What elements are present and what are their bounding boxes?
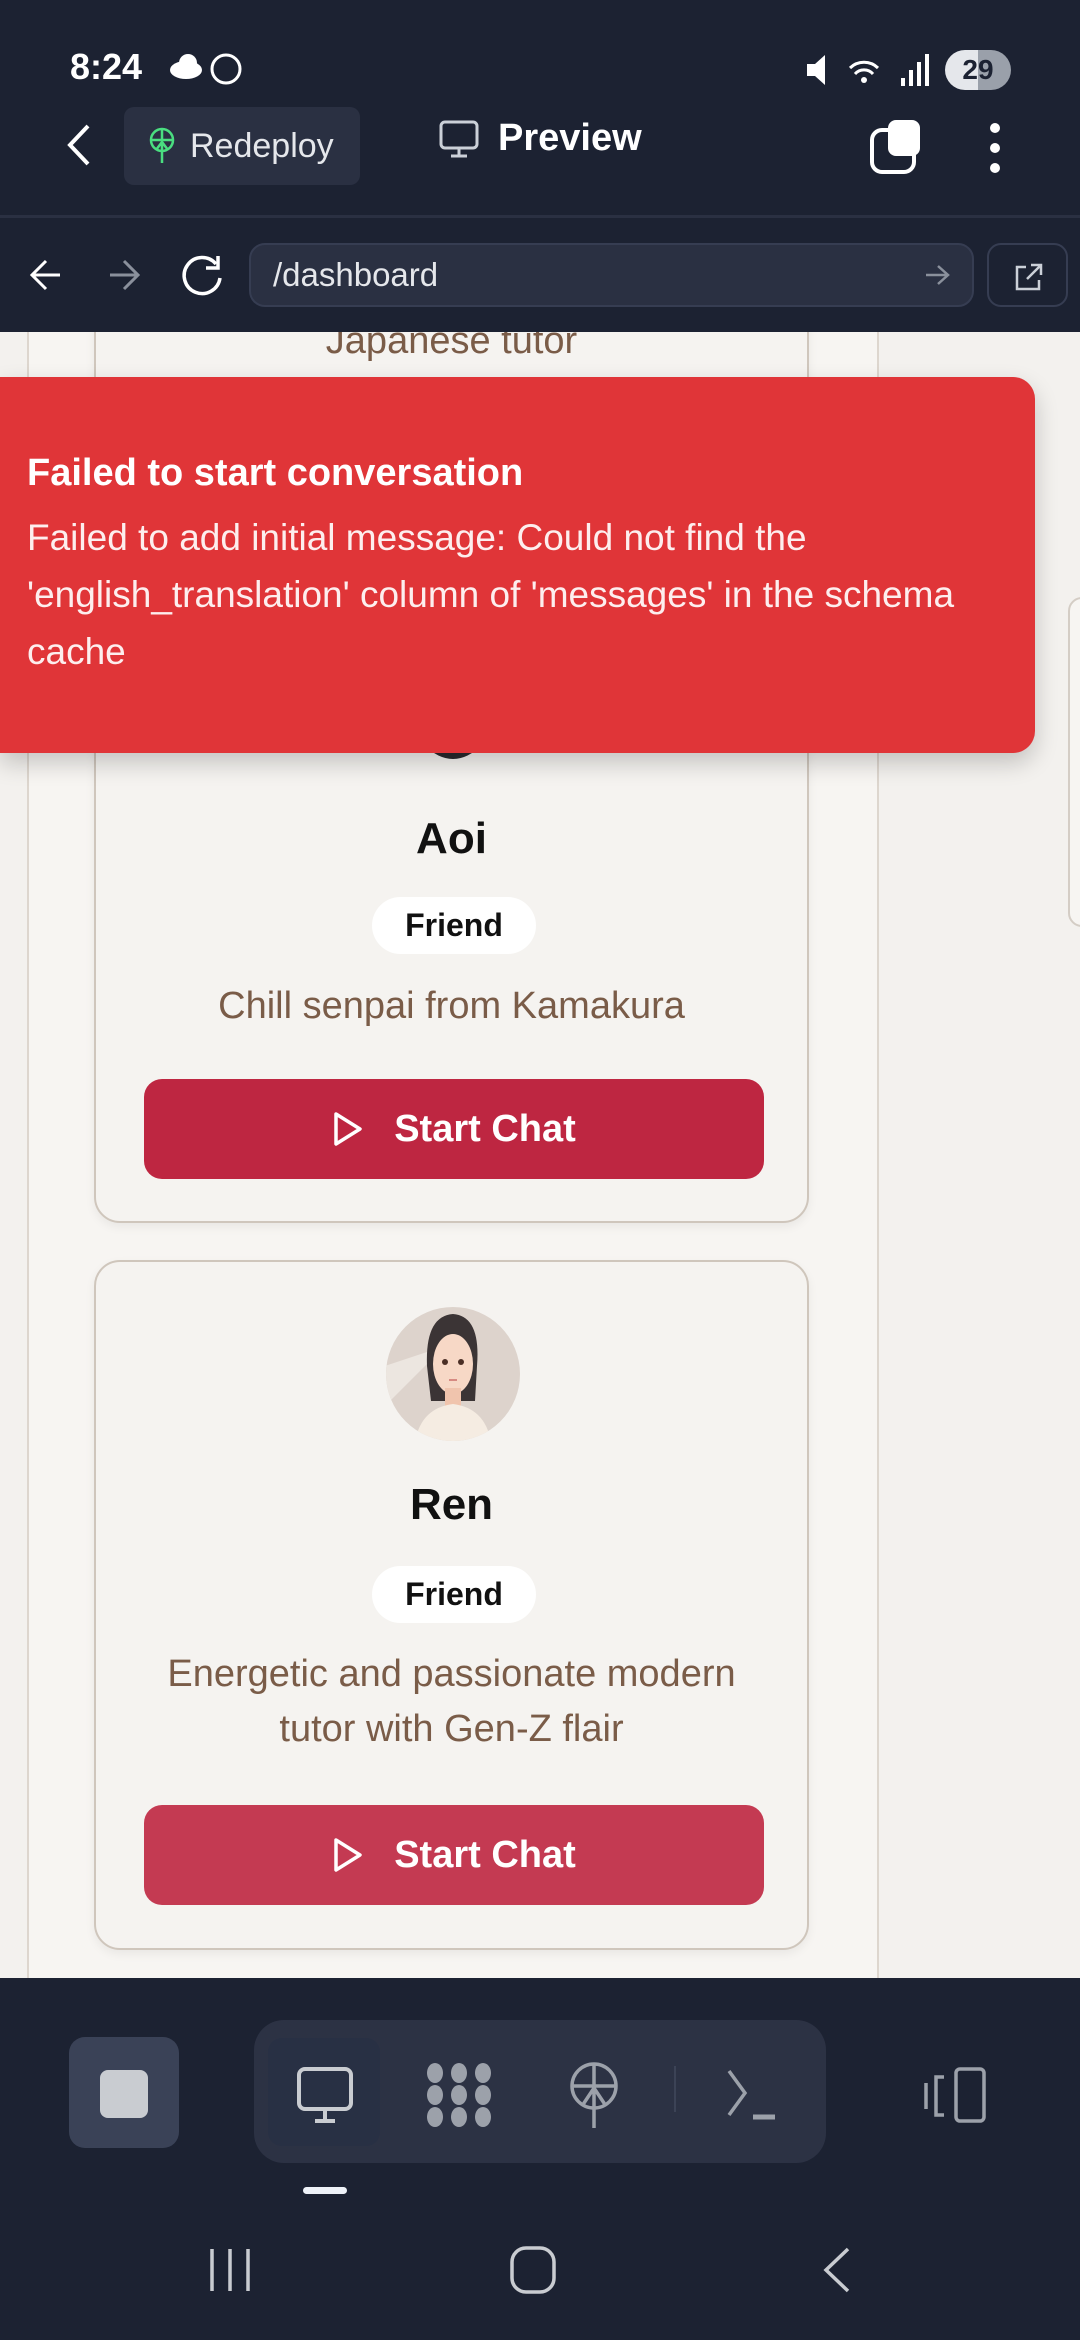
toast-title: Failed to start conversation [27,452,524,494]
stop-icon [100,2070,148,2118]
card-description-line-2: tutor with Gen-Z flair [279,1708,624,1750]
preview-label: Preview [498,117,642,159]
browser-forward-icon[interactable] [106,256,142,294]
card-description-line-1: Energetic and passionate modern [167,1653,736,1695]
terminal-icon [727,2069,775,2120]
side-panel-edge [1068,597,1080,927]
page-content: Japanese tutor Aoi Friend Chill senpai f… [0,332,1080,1978]
start-chat-label: Start Chat [394,1833,576,1876]
globe-upload-icon [149,127,175,163]
card-description: Chill senpai from Kamakura [218,985,685,1027]
card-name: Ren [409,1480,494,1529]
status-bar: 8:24 29 [0,0,1080,100]
character-card-ren: Ren Friend Energetic and passionate mode… [94,1260,809,1950]
redeploy-label: Redeploy [190,126,334,165]
device-toggle-button[interactable] [915,2055,995,2135]
divider [0,215,1080,218]
battery-indicator: 29 [945,50,1011,90]
stop-button[interactable] [69,2037,179,2148]
more-options-icon[interactable] [983,120,1007,176]
redeploy-button[interactable]: Redeploy [124,107,360,185]
external-link-icon [1015,263,1043,291]
avatar-ren [386,1307,520,1441]
role-badge: Friend [372,897,536,954]
deploy-view-button[interactable] [554,2055,634,2135]
card-name: Aoi [416,814,487,863]
home-icon[interactable] [508,2244,558,2296]
tabs-icon[interactable] [868,118,924,176]
play-icon [334,1112,362,1146]
status-time: 8:24 [70,46,143,87]
reload-icon[interactable] [180,254,226,298]
active-tab-indicator [303,2187,347,2194]
card-description: Japanese tutor [325,332,578,362]
recent-apps-icon[interactable] [208,2245,254,2295]
browser-back-icon[interactable] [28,256,64,294]
dots-pattern-icon [427,2063,491,2127]
monitor-icon [297,2067,353,2123]
toast-message: Failed to add initial message: Could not… [27,517,955,672]
integrations-view-button[interactable] [419,2055,499,2135]
url-text: /dashboard [273,256,439,293]
separator [674,2066,676,2112]
start-chat-button[interactable]: Start Chat [144,1805,764,1905]
go-arrow-icon[interactable] [924,263,950,287]
globe-upload-icon [570,2062,618,2128]
system-back-icon[interactable] [818,2245,854,2295]
back-chevron-icon[interactable] [62,120,96,170]
url-field[interactable]: /dashboard [249,243,974,307]
preview-tab[interactable]: Preview [438,117,642,160]
cloud-whatsapp-icons [170,53,242,85]
open-external-button[interactable] [987,243,1068,307]
terminal-view-button[interactable] [713,2055,793,2135]
error-toast[interactable]: Failed to start conversation Failed to a… [0,377,1035,753]
device-frame-icon [924,2067,986,2123]
signal-wifi-mute-icons [807,54,929,86]
start-chat-label: Start Chat [394,1107,576,1150]
play-icon [334,1838,362,1872]
start-chat-button[interactable]: Start Chat [144,1079,764,1179]
monitor-icon [439,120,479,157]
role-badge: Friend [372,1566,536,1623]
preview-view-button[interactable] [285,2055,365,2135]
